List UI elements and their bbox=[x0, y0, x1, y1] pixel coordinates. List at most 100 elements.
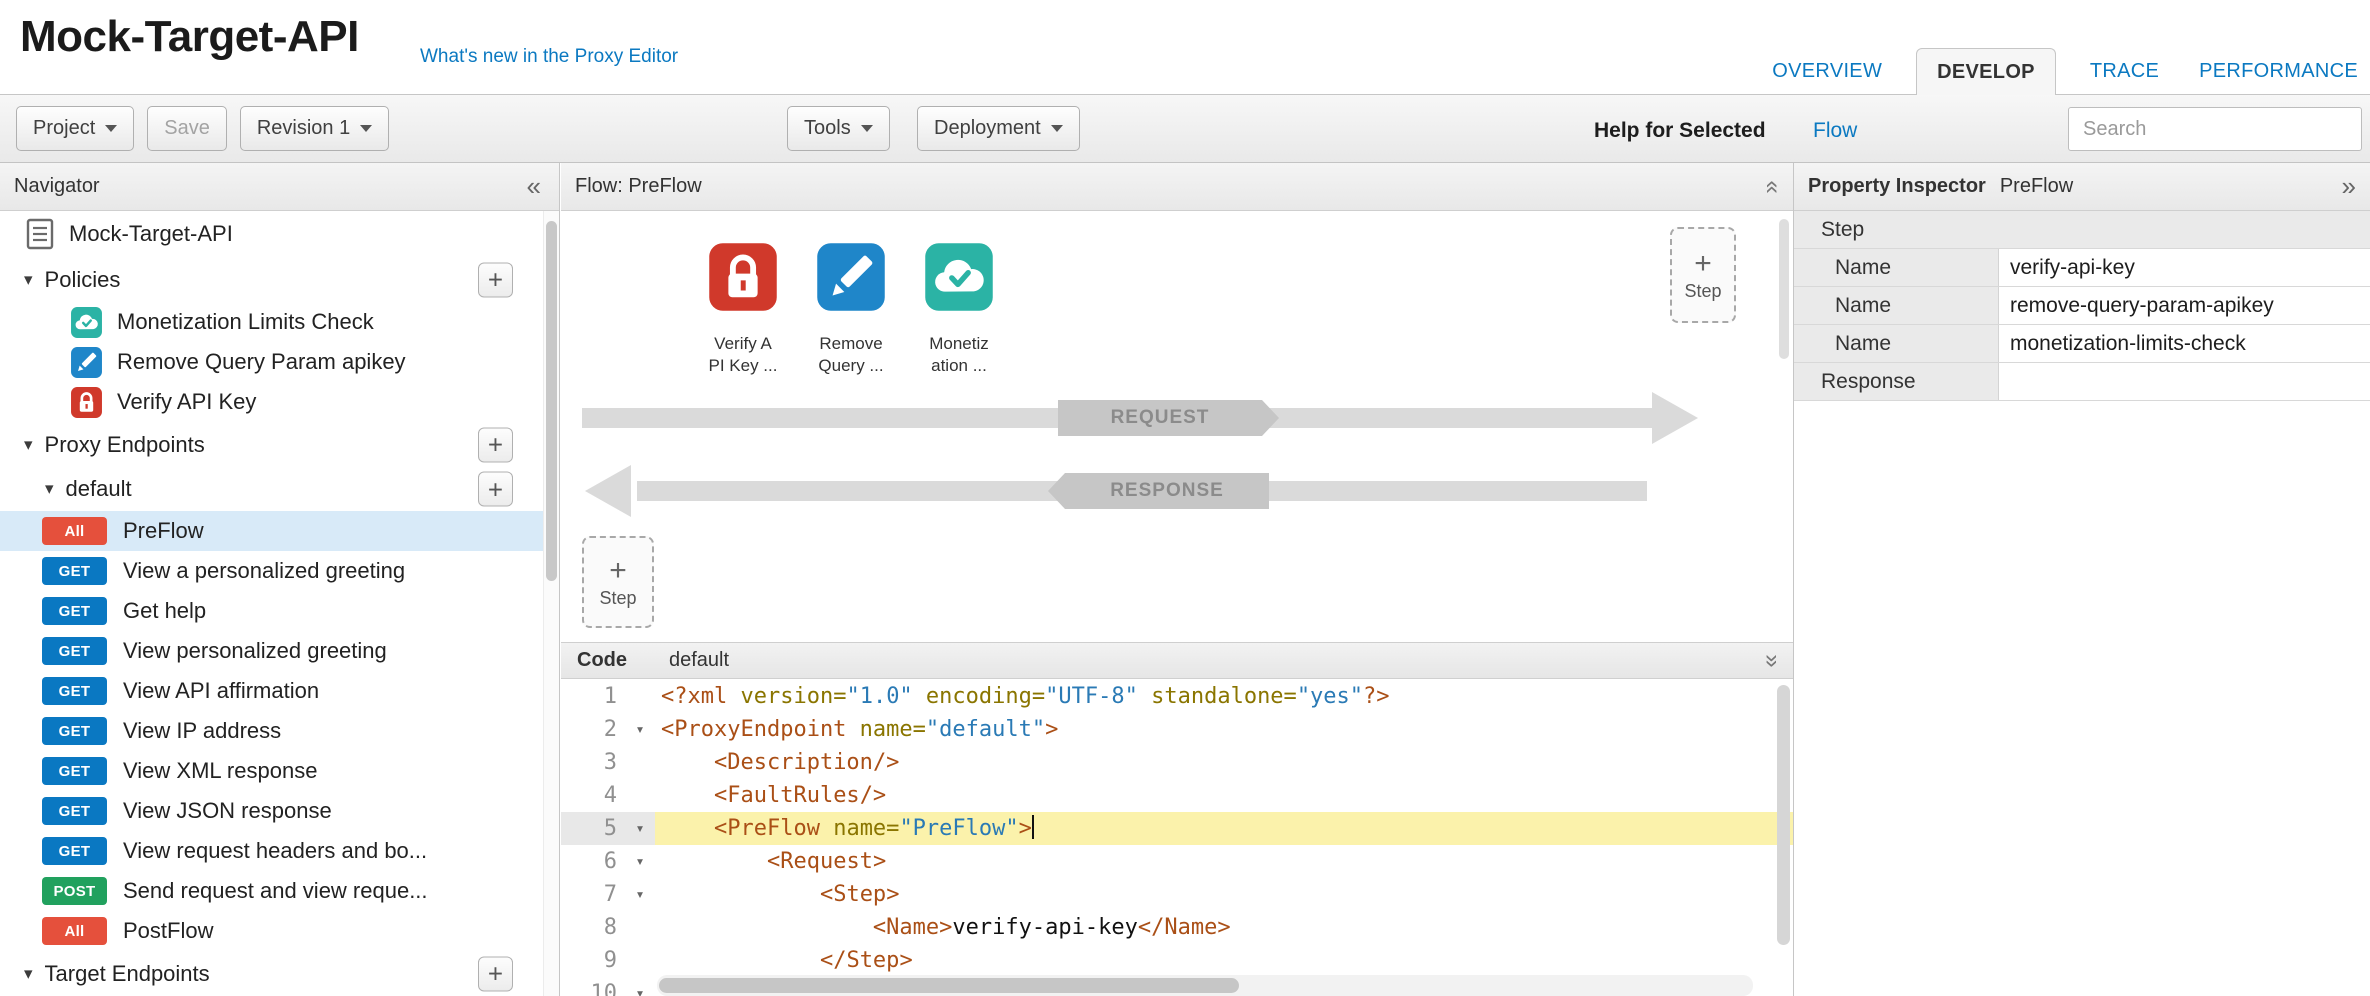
code-line: 6▾ <Request> bbox=[561, 845, 1793, 878]
code-line: 4 <FaultRules/> bbox=[561, 779, 1793, 812]
nav-section-proxy-endpoints[interactable]: ▾ Proxy Endpoints + bbox=[0, 422, 543, 467]
deployment-menu-button[interactable]: Deployment bbox=[917, 106, 1080, 151]
flow-step-label: RemoveQuery ... bbox=[797, 333, 905, 377]
fold-arrow-icon[interactable]: ▾ bbox=[625, 713, 655, 746]
nav-flow-item[interactable]: GETView request headers and bo... bbox=[0, 831, 543, 871]
plus-icon: + bbox=[609, 556, 627, 586]
help-selected-flow-link[interactable]: Flow bbox=[1813, 119, 1857, 143]
flow-panel-title: Flow: PreFlow bbox=[575, 175, 702, 198]
inspector-row-name: Nameremove-query-param-apikey bbox=[1794, 287, 2370, 325]
collapse-flow-panel-icon[interactable]: « bbox=[1758, 180, 1786, 193]
code-file-label: default bbox=[669, 649, 729, 672]
tools-menu-button[interactable]: Tools bbox=[787, 106, 890, 151]
flow-label: PostFlow bbox=[123, 918, 213, 944]
code-text: <PreFlow name="PreFlow"> bbox=[655, 812, 1034, 845]
policies-section-label: Policies bbox=[45, 267, 121, 293]
collapse-navigator-icon[interactable]: « bbox=[527, 171, 545, 202]
project-menu-button[interactable]: Project bbox=[16, 106, 134, 151]
method-badge: GET bbox=[42, 637, 107, 665]
code-horizontal-scrollbar[interactable] bbox=[657, 975, 1753, 996]
default-group-label: default bbox=[66, 476, 132, 502]
nav-flow-item[interactable]: POSTSend request and view reque... bbox=[0, 871, 543, 911]
property-value[interactable]: remove-query-param-apikey bbox=[1999, 287, 2370, 324]
policy-label: Monetization Limits Check bbox=[117, 309, 374, 335]
flow-step[interactable]: RemoveQuery ... bbox=[797, 241, 905, 377]
code-editor[interactable]: 1<?xml version="1.0" encoding="UTF-8" st… bbox=[561, 680, 1793, 996]
scrollbar-thumb[interactable] bbox=[546, 221, 557, 581]
revision-menu-button[interactable]: Revision 1 bbox=[240, 106, 389, 151]
plus-icon: + bbox=[1694, 249, 1712, 279]
property-value[interactable]: verify-api-key bbox=[1999, 249, 2370, 286]
flow-step[interactable]: Verify API Key ... bbox=[689, 241, 797, 377]
flow-label: PreFlow bbox=[123, 518, 204, 544]
code-vertical-scrollbar[interactable] bbox=[1777, 685, 1790, 945]
fold-arrow-icon[interactable]: ▾ bbox=[625, 845, 655, 878]
nav-flow-item[interactable]: GETView API affirmation bbox=[0, 671, 543, 711]
pencil-policy-icon bbox=[70, 346, 103, 379]
tools-button-label: Tools bbox=[804, 117, 851, 140]
nav-flow-item[interactable]: GETGet help bbox=[0, 591, 543, 631]
nav-section-policies[interactable]: ▾ Policies + bbox=[0, 257, 543, 302]
whats-new-link[interactable]: What's new in the Proxy Editor bbox=[420, 46, 678, 68]
caret-down-icon bbox=[360, 125, 372, 132]
collapse-code-panel-icon[interactable]: « bbox=[1756, 654, 1784, 667]
nav-flow-item[interactable]: AllPreFlow bbox=[0, 511, 543, 551]
request-flow-label: REQUEST bbox=[1058, 400, 1262, 436]
nav-flow-item[interactable]: GET View personalized greeting bbox=[0, 631, 543, 671]
fold-arrow-icon[interactable]: ▾ bbox=[625, 977, 655, 996]
nav-policy-item[interactable]: Monetization Limits Check bbox=[0, 302, 543, 342]
flow-step-label: Verify API Key ... bbox=[689, 333, 797, 377]
code-text: <ProxyEndpoint name="default"> bbox=[655, 713, 1058, 746]
add-flow-button[interactable]: + bbox=[478, 472, 513, 507]
add-target-endpoint-button[interactable]: + bbox=[478, 956, 513, 991]
nav-group-default[interactable]: ▾ default + bbox=[0, 467, 543, 511]
code-line: 1<?xml version="1.0" encoding="UTF-8" st… bbox=[561, 680, 1793, 713]
nav-policy-item[interactable]: Verify API Key bbox=[0, 382, 543, 422]
flow-list: AllPreFlowGETView a personalized greetin… bbox=[0, 511, 543, 951]
flow-label: View IP address bbox=[123, 718, 281, 744]
fold-arrow-icon[interactable]: ▾ bbox=[625, 812, 655, 845]
property-inspector-panel: Property Inspector PreFlow » PreFlowname… bbox=[1793, 163, 2370, 996]
nav-flow-item[interactable]: GETView a personalized greeting bbox=[0, 551, 543, 591]
property-value[interactable]: monetization-limits-check bbox=[1999, 325, 2370, 362]
nav-flow-item[interactable]: GETView IP address bbox=[0, 711, 543, 751]
nav-item-proxy-root[interactable]: Mock-Target-API bbox=[0, 211, 543, 257]
nav-flow-item[interactable]: AllPostFlow bbox=[0, 911, 543, 951]
expand-inspector-icon[interactable]: » bbox=[2342, 171, 2356, 202]
add-step-button-response[interactable]: + Step bbox=[582, 536, 654, 628]
nav-section-target-endpoints[interactable]: ▾ Target Endpoints + bbox=[0, 951, 543, 996]
document-icon bbox=[26, 218, 54, 250]
flow-step[interactable]: Monetization ... bbox=[905, 241, 1013, 377]
nav-policy-item[interactable]: Remove Query Param apikey bbox=[0, 342, 543, 382]
response-arrowhead-icon bbox=[585, 465, 631, 517]
flow-canvas: Verify API Key ...RemoveQuery ...Monetiz… bbox=[561, 211, 1793, 642]
fold-arrow-icon[interactable]: ▾ bbox=[625, 878, 655, 911]
line-number: 3 bbox=[561, 746, 625, 779]
cloud-check-policy-icon bbox=[923, 241, 995, 313]
save-button[interactable]: Save bbox=[147, 106, 227, 151]
property-inspector-context: PreFlow bbox=[2000, 175, 2073, 198]
nav-flow-item[interactable]: GETView JSON response bbox=[0, 791, 543, 831]
tab-performance[interactable]: PERFORMANCE bbox=[2193, 48, 2364, 95]
inspector-row-step: Step bbox=[1794, 211, 2370, 249]
tab-develop[interactable]: DEVELOP bbox=[1916, 48, 2056, 95]
add-policy-button[interactable]: + bbox=[478, 262, 513, 297]
flow-scrollbar[interactable] bbox=[1779, 219, 1789, 359]
flow-label: View a personalized greeting bbox=[123, 558, 405, 584]
nav-flow-item[interactable]: GETView XML response bbox=[0, 751, 543, 791]
code-text: <Step> bbox=[655, 878, 899, 911]
tab-overview[interactable]: OVERVIEW bbox=[1766, 48, 1888, 95]
flow-label: View personalized greeting bbox=[123, 638, 387, 664]
flow-label: View request headers and bo... bbox=[123, 838, 427, 864]
property-value[interactable] bbox=[1999, 363, 2370, 400]
tab-trace[interactable]: TRACE bbox=[2084, 48, 2165, 95]
cloud-check-policy-icon bbox=[70, 306, 103, 339]
navigator-scrollbar[interactable] bbox=[543, 211, 559, 996]
api-proxy-title: Mock-Target-API bbox=[20, 12, 359, 62]
add-step-button-request[interactable]: + Step bbox=[1670, 227, 1736, 323]
add-proxy-endpoint-button[interactable]: + bbox=[478, 427, 513, 462]
main-toolbar: Project Save Revision 1 Tools Deployment… bbox=[0, 94, 2370, 163]
scrollbar-thumb[interactable] bbox=[659, 978, 1239, 993]
flow-step-label: Monetization ... bbox=[905, 333, 1013, 377]
search-input[interactable] bbox=[2068, 107, 2362, 151]
